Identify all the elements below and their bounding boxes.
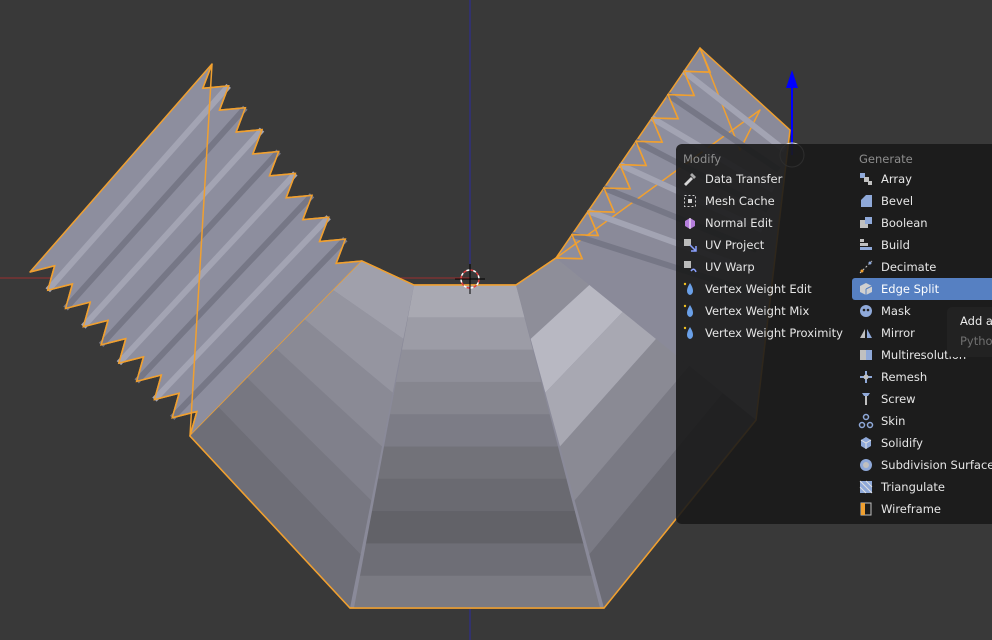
menu-item-vertex-weight-edit[interactable]: Vertex Weight Edit <box>676 278 848 300</box>
mirror-icon <box>858 325 874 341</box>
subdivision-surface-icon <box>858 457 874 473</box>
remesh-icon <box>858 369 874 385</box>
multiresolution-icon <box>858 347 874 363</box>
menu-item-bevel[interactable]: Bevel <box>852 190 992 212</box>
menu-item-decimate[interactable]: Decimate <box>852 256 992 278</box>
normal-edit-icon <box>682 215 698 231</box>
decimate-icon <box>858 259 874 275</box>
menu-item-label: Array <box>881 172 912 186</box>
menu-item-build[interactable]: Build <box>852 234 992 256</box>
mesh-shade-strip <box>371 478 575 512</box>
build-icon <box>858 237 874 253</box>
mesh-shade-strip <box>407 285 525 318</box>
menu-item-label: Vertex Weight Edit <box>705 282 812 296</box>
tooltip-title: Add a <box>960 314 992 328</box>
mesh-shade-strip <box>359 543 592 577</box>
mesh-shade-strip <box>401 317 533 351</box>
menu-item-data-transfer[interactable]: Data Transfer <box>676 168 848 190</box>
menu-item-label: Build <box>881 238 910 252</box>
mesh-cache-icon <box>682 193 698 209</box>
data-transfer-icon <box>682 171 698 187</box>
menu-item-label: Normal Edit <box>705 216 773 230</box>
vertex-weight-proximity-icon <box>682 325 698 341</box>
menu-item-screw[interactable]: Screw <box>852 388 992 410</box>
menu-item-label: Subdivision Surface <box>881 458 992 472</box>
menu-item-mesh-cache[interactable]: Mesh Cache <box>676 190 848 212</box>
mesh-shade-strip <box>377 446 567 480</box>
screw-icon <box>858 391 874 407</box>
tooltip: Add a Pytho <box>947 307 992 357</box>
mask-icon <box>858 303 874 319</box>
menu-item-label: Edge Split <box>881 282 940 296</box>
uv-warp-icon <box>682 259 698 275</box>
menu-item-label: Remesh <box>881 370 928 384</box>
menu-item-label: Decimate <box>881 260 937 274</box>
menu-item-normal-edit[interactable]: Normal Edit <box>676 212 848 234</box>
vertex-weight-edit-icon <box>682 281 698 297</box>
tooltip-python-hint: Pytho <box>960 334 992 348</box>
add-modifier-menu: Modify Data Transfer Mesh Cache Normal E… <box>676 144 992 524</box>
mesh-shade-strip <box>365 511 584 544</box>
menu-item-label: Triangulate <box>881 480 946 494</box>
menu-item-uv-project[interactable]: UV Project <box>676 234 848 256</box>
menu-item-label: Mirror <box>881 326 915 340</box>
menu-item-array[interactable]: Array <box>852 168 992 190</box>
edge-split-icon <box>858 281 874 297</box>
menu-item-label: Solidify <box>881 436 923 450</box>
vertex-weight-mix-icon <box>682 303 698 319</box>
menu-item-label: Vertex Weight Proximity <box>705 326 843 340</box>
mesh-shade-strip <box>383 414 559 447</box>
menu-item-label: Mesh Cache <box>705 194 775 208</box>
skin-icon <box>858 413 874 429</box>
menu-item-label: Data Transfer <box>705 172 783 186</box>
wireframe-icon <box>858 501 874 517</box>
menu-item-wireframe[interactable]: Wireframe <box>852 498 992 520</box>
menu-item-skin[interactable]: Skin <box>852 410 992 432</box>
modify-column: Modify Data Transfer Mesh Cache Normal E… <box>676 150 848 344</box>
menu-item-label: Boolean <box>881 216 928 230</box>
menu-item-vertex-weight-proximity[interactable]: Vertex Weight Proximity <box>676 322 848 344</box>
menu-item-remesh[interactable]: Remesh <box>852 366 992 388</box>
menu-item-label: UV Warp <box>705 260 755 274</box>
triangulate-icon <box>858 479 874 495</box>
menu-item-uv-warp[interactable]: UV Warp <box>676 256 848 278</box>
menu-item-boolean[interactable]: Boolean <box>852 212 992 234</box>
menu-item-vertex-weight-mix[interactable]: Vertex Weight Mix <box>676 300 848 322</box>
mesh-shade-strip <box>353 575 601 609</box>
menu-item-label: Mask <box>881 304 911 318</box>
menu-item-label: Skin <box>881 414 906 428</box>
boolean-icon <box>858 215 874 231</box>
menu-item-label: Vertex Weight Mix <box>705 304 810 318</box>
menu-item-edge-split[interactable]: Edge Split <box>852 278 992 300</box>
bevel-icon <box>858 193 874 209</box>
generate-column-title: Generate <box>859 152 913 166</box>
menu-item-solidify[interactable]: Solidify <box>852 432 992 454</box>
menu-item-label: Wireframe <box>881 502 941 516</box>
solidify-icon <box>858 435 874 451</box>
uv-project-icon <box>682 237 698 253</box>
array-icon <box>858 171 874 187</box>
menu-item-subdivision-surface[interactable]: Subdivision Surface <box>852 454 992 476</box>
mesh-shade-strip <box>389 381 550 415</box>
mesh-shade-strip <box>395 349 542 383</box>
menu-item-label: Bevel <box>881 194 914 208</box>
menu-item-label: UV Project <box>705 238 765 252</box>
modify-column-title: Modify <box>683 152 722 166</box>
menu-item-label: Screw <box>881 392 916 406</box>
menu-item-triangulate[interactable]: Triangulate <box>852 476 992 498</box>
